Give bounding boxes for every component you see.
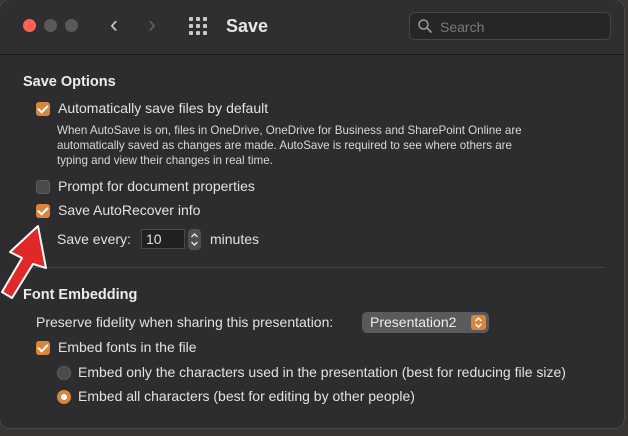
autorecover-label: Save AutoRecover info xyxy=(58,202,201,218)
forward-chevron-icon[interactable]: › xyxy=(148,13,156,37)
titlebar: ‹ › Save xyxy=(0,0,624,55)
preserve-fidelity-label: Preserve fidelity when sharing this pres… xyxy=(36,314,334,330)
autosave-checkbox[interactable] xyxy=(36,102,50,116)
autosave-description: When AutoSave is on, files in OneDrive, … xyxy=(57,123,597,168)
autosave-description-line: When AutoSave is on, files in OneDrive, … xyxy=(57,124,522,137)
prompt-properties-label: Prompt for document properties xyxy=(58,178,255,194)
search-box[interactable] xyxy=(409,12,611,40)
minutes-stepper[interactable] xyxy=(188,229,201,250)
autosave-label: Automatically save files by default xyxy=(58,100,269,116)
prompt-properties-checkbox[interactable] xyxy=(36,180,50,194)
preferences-window: ‹ › Save Save Options Automatically save… xyxy=(0,0,624,428)
embed-fonts-label: Embed fonts in the file xyxy=(58,339,197,355)
back-chevron-icon[interactable]: ‹ xyxy=(110,13,118,37)
search-input[interactable] xyxy=(438,16,607,38)
save-every-minutes-field[interactable]: 10 xyxy=(141,229,185,249)
presentation-select-value: Presentation2 xyxy=(370,314,457,330)
embed-all-chars-label: Embed all characters (best for editing b… xyxy=(78,388,415,404)
stepper-arrows-icon xyxy=(191,233,198,246)
minutes-unit-label: minutes xyxy=(210,231,260,247)
presentation-select[interactable]: Presentation2 xyxy=(362,312,489,333)
show-all-grid-icon[interactable] xyxy=(189,17,209,37)
embed-all-chars-radio[interactable] xyxy=(57,390,71,404)
embed-used-chars-radio[interactable] xyxy=(57,366,71,380)
autosave-description-line: automatically saved as changes are made.… xyxy=(57,139,512,152)
autorecover-checkbox[interactable] xyxy=(36,204,50,218)
save-options-heading: Save Options xyxy=(23,74,116,90)
embed-used-chars-label: Embed only the characters used in the pr… xyxy=(78,364,566,380)
section-divider xyxy=(23,267,604,268)
embed-fonts-checkbox[interactable] xyxy=(36,341,50,355)
close-button[interactable] xyxy=(23,19,36,32)
save-every-label: Save every: xyxy=(57,231,131,247)
autosave-description-line: typing and view their changes in real ti… xyxy=(57,154,273,167)
search-icon xyxy=(418,19,432,33)
minimize-button[interactable] xyxy=(44,19,57,32)
popup-arrows-icon xyxy=(471,315,486,330)
red-arrow-annotation-icon xyxy=(1,225,47,299)
window-title: Save xyxy=(226,16,269,36)
zoom-button[interactable] xyxy=(65,19,78,32)
